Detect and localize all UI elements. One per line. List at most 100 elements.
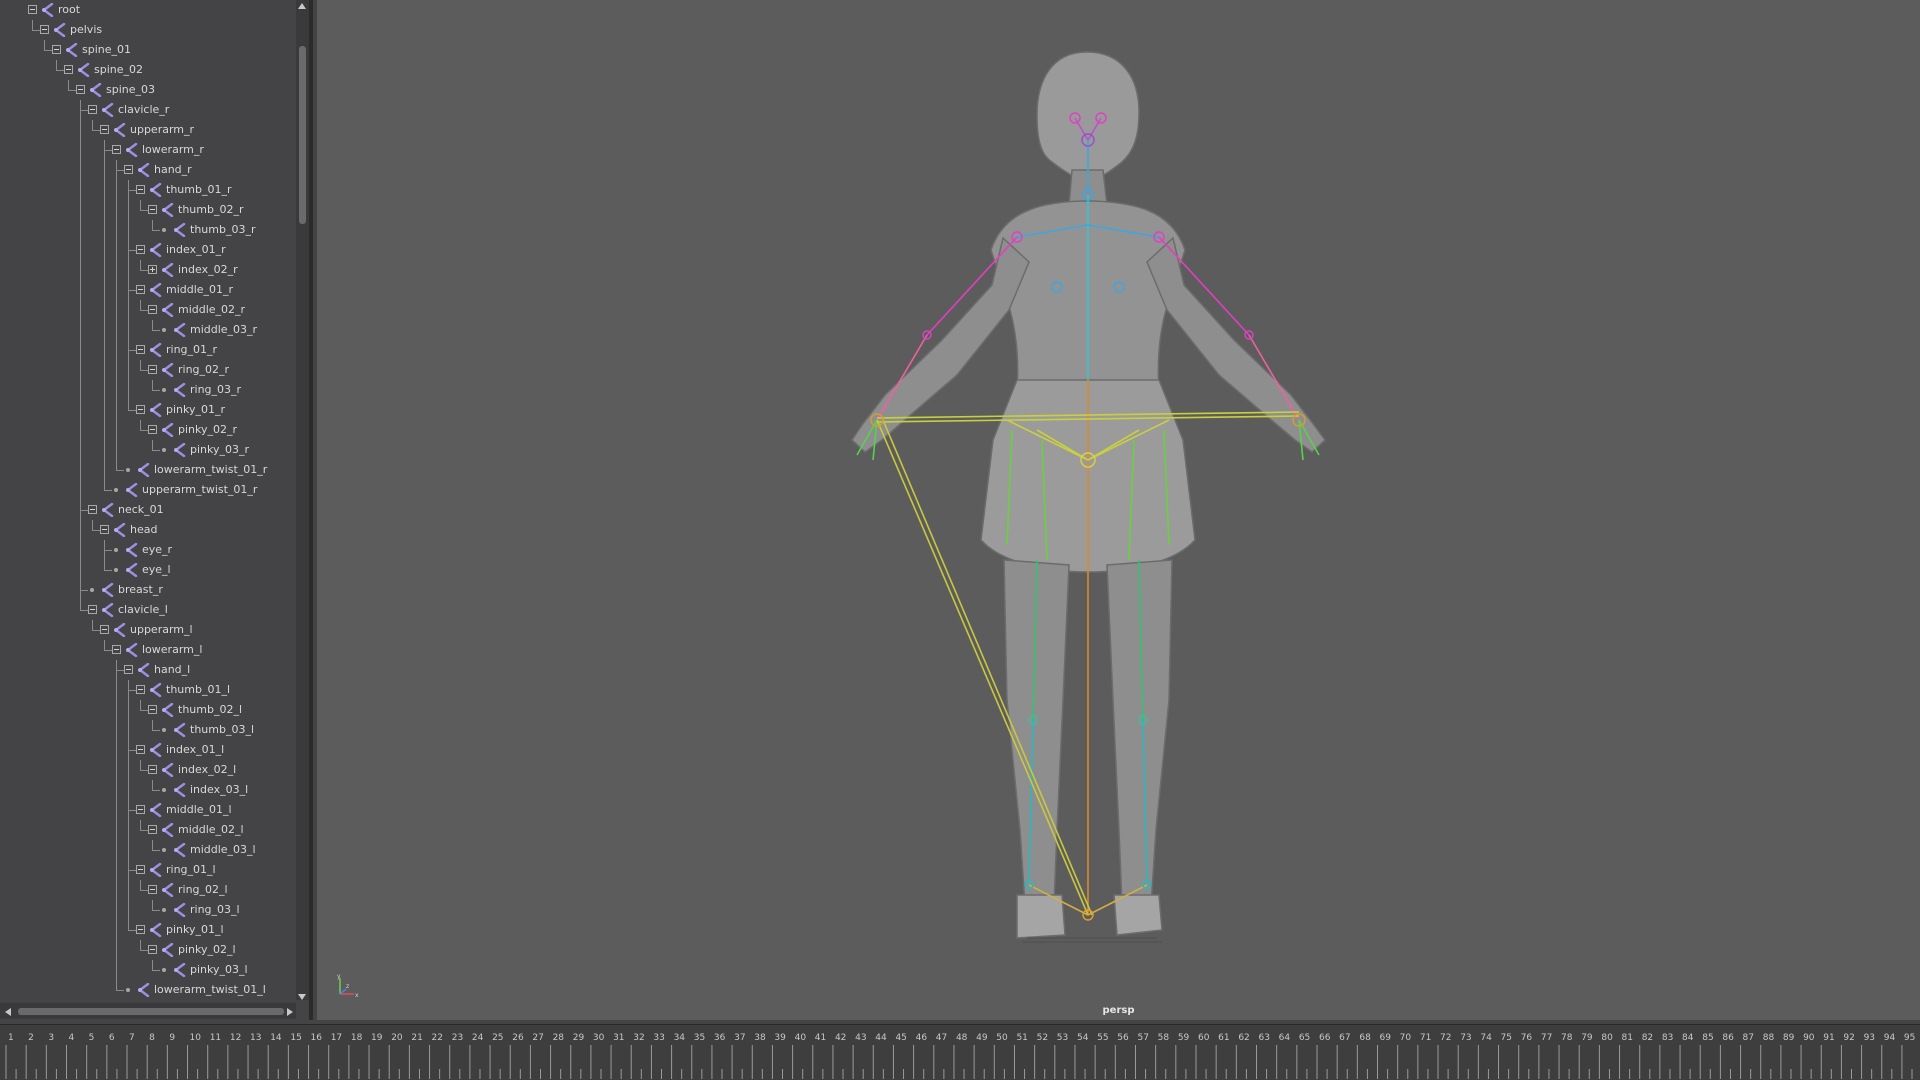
collapse-toggle-icon[interactable] xyxy=(136,185,145,194)
outliner-row-pinky-01-l[interactable]: pinky_01_l xyxy=(0,920,296,940)
outliner-row-root[interactable]: root xyxy=(0,0,296,20)
outliner-row-index-01-l[interactable]: index_01_l xyxy=(0,740,296,760)
outliner-row-lowerarm-twist-01-r[interactable]: lowerarm_twist_01_r xyxy=(0,460,296,480)
collapse-toggle-icon[interactable] xyxy=(124,665,133,674)
collapse-toggle-icon[interactable] xyxy=(148,205,157,214)
outliner-row-pinky-02-l[interactable]: pinky_02_l xyxy=(0,940,296,960)
skeleton-bones[interactable] xyxy=(856,117,1320,916)
outliner-row-pinky-03-l[interactable]: pinky_03_l xyxy=(0,960,296,980)
outliner-row-eye-r[interactable]: eye_r xyxy=(0,540,296,560)
joint-label: pelvis xyxy=(70,23,103,36)
outliner-row-thumb-03-l[interactable]: thumb_03_l xyxy=(0,720,296,740)
perspective-viewport[interactable]: y x z persp xyxy=(317,0,1920,1020)
outliner-vertical-scrollbar[interactable] xyxy=(296,0,309,1000)
outliner-row-index-02-r[interactable]: index_02_r xyxy=(0,260,296,280)
outliner-row-ring-02-l[interactable]: ring_02_l xyxy=(0,880,296,900)
collapse-toggle-icon[interactable] xyxy=(148,425,157,434)
outliner-row-middle-03-l[interactable]: middle_03_l xyxy=(0,840,296,860)
collapse-toggle-icon[interactable] xyxy=(148,945,157,954)
outliner-row-thumb-02-r[interactable]: thumb_02_r xyxy=(0,200,296,220)
outliner-row-clavicle-r[interactable]: clavicle_r xyxy=(0,100,296,120)
tree-branch-line xyxy=(128,290,136,291)
collapse-toggle-icon[interactable] xyxy=(40,25,49,34)
outliner-row-upperarm-l[interactable]: upperarm_l xyxy=(0,620,296,640)
time-slider-ticks[interactable]: 1 2 3 4 5 6 7 8 9 10 11 12 13 14 15 16 17 18 19 20 21 22 23 24 2… xyxy=(0,1025,1920,1080)
outliner-row-thumb-01-l[interactable]: thumb_01_l xyxy=(0,680,296,700)
collapse-toggle-icon[interactable] xyxy=(52,45,61,54)
collapse-toggle-icon[interactable] xyxy=(100,525,109,534)
outliner-row-pelvis[interactable]: pelvis xyxy=(0,20,296,40)
collapse-toggle-icon[interactable] xyxy=(88,505,97,514)
collapse-toggle-icon[interactable] xyxy=(112,145,121,154)
collapse-toggle-icon[interactable] xyxy=(88,605,97,614)
collapse-toggle-icon[interactable] xyxy=(148,765,157,774)
outliner-row-ring-03-l[interactable]: ring_03_l xyxy=(0,900,296,920)
collapse-toggle-icon[interactable] xyxy=(148,365,157,374)
outliner-row-hand-r[interactable]: hand_r xyxy=(0,160,296,180)
outliner-row-spine-03[interactable]: spine_03 xyxy=(0,80,296,100)
collapse-toggle-icon[interactable] xyxy=(136,285,145,294)
collapse-toggle-icon[interactable] xyxy=(88,105,97,114)
outliner-row-ring-01-l[interactable]: ring_01_l xyxy=(0,860,296,880)
outliner-row-breast-r[interactable]: breast_r xyxy=(0,580,296,600)
outliner-row-lowerarm-r[interactable]: lowerarm_r xyxy=(0,140,296,160)
character-rig-scene[interactable] xyxy=(317,0,1920,1020)
time-slider[interactable]: 1 2 3 4 5 6 7 8 9 10 11 12 13 14 15 16 17 18 19 20 21 22 23 24 2… xyxy=(0,1024,1920,1080)
outliner-row-neck-01[interactable]: neck_01 xyxy=(0,500,296,520)
collapse-toggle-icon[interactable] xyxy=(76,85,85,94)
vertical-scroll-thumb[interactable] xyxy=(299,46,306,224)
outliner-row-middle-01-r[interactable]: middle_01_r xyxy=(0,280,296,300)
outliner-row-middle-03-r[interactable]: middle_03_r xyxy=(0,320,296,340)
outliner-row-lowerarm-l[interactable]: lowerarm_l xyxy=(0,640,296,660)
outliner-row-pinky-02-r[interactable]: pinky_02_r xyxy=(0,420,296,440)
outliner-row-ring-01-r[interactable]: ring_01_r xyxy=(0,340,296,360)
collapse-toggle-icon[interactable] xyxy=(64,65,73,74)
outliner-row-index-01-r[interactable]: index_01_r xyxy=(0,240,296,260)
collapse-toggle-icon[interactable] xyxy=(136,925,145,934)
collapse-toggle-icon[interactable] xyxy=(136,345,145,354)
outliner-row-index-02-l[interactable]: index_02_l xyxy=(0,760,296,780)
outliner-row-pinky-03-r[interactable]: pinky_03_r xyxy=(0,440,296,460)
outliner-row-middle-02-r[interactable]: middle_02_r xyxy=(0,300,296,320)
outliner-row-ring-02-r[interactable]: ring_02_r xyxy=(0,360,296,380)
collapse-toggle-icon[interactable] xyxy=(100,125,109,134)
expand-toggle-icon[interactable] xyxy=(148,265,157,274)
collapse-toggle-icon[interactable] xyxy=(112,645,121,654)
outliner-row-ring-03-r[interactable]: ring_03_r xyxy=(0,380,296,400)
collapse-toggle-icon[interactable] xyxy=(148,705,157,714)
collapse-toggle-icon[interactable] xyxy=(148,825,157,834)
collapse-toggle-icon[interactable] xyxy=(28,5,37,14)
scroll-left-arrow-icon[interactable] xyxy=(5,1008,11,1016)
outliner-row-thumb-03-r[interactable]: thumb_03_r xyxy=(0,220,296,240)
outliner-row-spine-02[interactable]: spine_02 xyxy=(0,60,296,80)
collapse-toggle-icon[interactable] xyxy=(136,745,145,754)
scroll-right-arrow-icon[interactable] xyxy=(287,1008,293,1016)
outliner-row-middle-02-l[interactable]: middle_02_l xyxy=(0,820,296,840)
outliner-row-thumb-02-l[interactable]: thumb_02_l xyxy=(0,700,296,720)
scroll-down-arrow-icon[interactable] xyxy=(298,994,306,1000)
outliner-row-index-03-l[interactable]: index_03_l xyxy=(0,780,296,800)
outliner-row-thumb-01-r[interactable]: thumb_01_r xyxy=(0,180,296,200)
outliner-row-middle-01-l[interactable]: middle_01_l xyxy=(0,800,296,820)
outliner-row-head[interactable]: head xyxy=(0,520,296,540)
collapse-toggle-icon[interactable] xyxy=(124,165,133,174)
collapse-toggle-icon[interactable] xyxy=(136,245,145,254)
collapse-toggle-icon[interactable] xyxy=(136,865,145,874)
outliner-row-pinky-01-r[interactable]: pinky_01_r xyxy=(0,400,296,420)
collapse-toggle-icon[interactable] xyxy=(148,885,157,894)
outliner-horizontal-scrollbar[interactable] xyxy=(0,1003,296,1019)
outliner-row-hand-l[interactable]: hand_l xyxy=(0,660,296,680)
horizontal-scroll-thumb[interactable] xyxy=(18,1008,284,1015)
outliner-row-upperarm-twist-01-r[interactable]: upperarm_twist_01_r xyxy=(0,480,296,500)
collapse-toggle-icon[interactable] xyxy=(136,405,145,414)
outliner-row-spine-01[interactable]: spine_01 xyxy=(0,40,296,60)
outliner-row-upperarm-r[interactable]: upperarm_r xyxy=(0,120,296,140)
outliner-row-lowerarm-twist-01-l[interactable]: lowerarm_twist_01_l xyxy=(0,980,296,1000)
collapse-toggle-icon[interactable] xyxy=(136,685,145,694)
scroll-up-arrow-icon[interactable] xyxy=(298,3,306,9)
outliner-row-clavicle-l[interactable]: clavicle_l xyxy=(0,600,296,620)
collapse-toggle-icon[interactable] xyxy=(136,805,145,814)
outliner-row-eye-l[interactable]: eye_l xyxy=(0,560,296,580)
collapse-toggle-icon[interactable] xyxy=(148,305,157,314)
collapse-toggle-icon[interactable] xyxy=(100,625,109,634)
